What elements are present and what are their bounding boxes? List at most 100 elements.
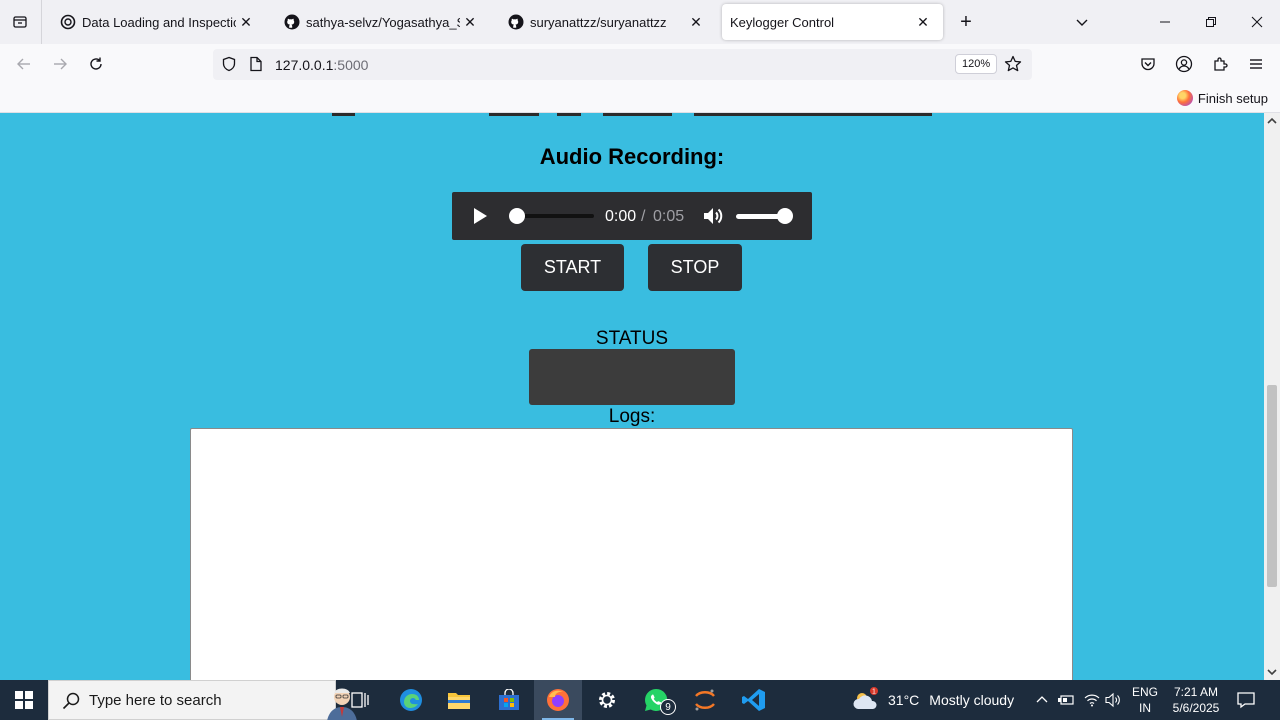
scrollbar-thumb[interactable]: [1267, 385, 1277, 587]
tab-data-loading[interactable]: Data Loading and Inspection ✕: [48, 4, 266, 40]
extensions-button[interactable]: [1206, 50, 1234, 78]
shield-icon[interactable]: [221, 56, 237, 72]
chevron-up-icon: [1036, 696, 1048, 703]
taskbar-microsoft-store[interactable]: [485, 680, 533, 720]
notification-icon: [1237, 692, 1255, 709]
notification-center-button[interactable]: [1236, 690, 1258, 710]
finish-setup-label: Finish setup: [1197, 90, 1268, 106]
taskbar-clock[interactable]: 7:21 AM 5/6/2025: [1168, 684, 1224, 716]
cloudy-weather-icon: 1: [853, 687, 878, 709]
volume-icon[interactable]: [702, 205, 724, 227]
minimize-button[interactable]: [1142, 0, 1188, 44]
edge-icon: [400, 689, 422, 711]
show-hidden-icons-button[interactable]: [1032, 690, 1052, 710]
url-text[interactable]: 127.0.0.1:5000: [275, 57, 368, 73]
vscode-icon: [742, 689, 765, 711]
whatsapp-unread-badge: 9: [660, 699, 676, 715]
weather-alert-badge: 1: [872, 689, 876, 696]
restore-button[interactable]: [1188, 0, 1234, 44]
scroll-up-button[interactable]: [1264, 113, 1280, 129]
page-content: Audio Recording: 0:00 / 0:05 START STOP …: [0, 113, 1264, 680]
tab-title: Keylogger Control: [730, 14, 835, 30]
volume-tray-button[interactable]: [1104, 690, 1124, 710]
volume-thumb[interactable]: [777, 208, 793, 224]
hamburger-icon: [1250, 59, 1262, 69]
firefox-view-button[interactable]: [6, 8, 34, 36]
firefox-icon: [1176, 90, 1193, 106]
arrow-left-icon: [17, 58, 30, 70]
logs-textarea[interactable]: [190, 428, 1073, 680]
account-icon: [1175, 55, 1193, 73]
taskbar-vscode[interactable]: [730, 680, 778, 720]
list-all-tabs-button[interactable]: [1068, 8, 1096, 36]
taskbar-jupyter[interactable]: [681, 680, 729, 720]
stop-button[interactable]: STOP: [648, 244, 742, 291]
battery-tray-button[interactable]: [1056, 690, 1076, 710]
close-tab-icon[interactable]: ✕: [236, 12, 256, 32]
address-bar[interactable]: 127.0.0.1:5000 120%: [213, 49, 1032, 80]
play-icon[interactable]: [470, 206, 490, 226]
pocket-button[interactable]: [1134, 50, 1162, 78]
status-label: STATUS: [595, 328, 669, 349]
tab-yogasathya[interactable]: sathya-selvz/Yogasathya_S ✕: [272, 4, 490, 40]
back-button[interactable]: [10, 50, 38, 78]
status-display: [529, 349, 735, 405]
star-icon: [1004, 55, 1022, 72]
firefox-icon: [547, 689, 569, 711]
taskbar-whatsapp[interactable]: 9: [632, 680, 680, 720]
weather-widget[interactable]: 1 31°C Mostly cloudy: [852, 680, 1014, 720]
duration: 0:05: [653, 208, 685, 225]
taskbar-edge[interactable]: [387, 680, 435, 720]
audio-player[interactable]: 0:00 / 0:05: [452, 192, 812, 240]
input-language-indicator[interactable]: ENG IN: [1132, 684, 1158, 716]
close-tab-icon[interactable]: ✕: [686, 12, 706, 32]
seek-thumb[interactable]: [509, 208, 525, 224]
wifi-icon: [1084, 694, 1100, 707]
page-icon[interactable]: [249, 56, 263, 72]
vertical-scrollbar[interactable]: [1264, 113, 1280, 680]
github-icon: [508, 14, 524, 30]
finish-setup-button[interactable]: Finish setup: [1176, 90, 1268, 106]
tab-keylogger-control[interactable]: Keylogger Control ✕: [722, 4, 943, 40]
close-tab-icon[interactable]: ✕: [913, 12, 933, 32]
taskbar-settings[interactable]: [583, 680, 631, 720]
reload-icon: [90, 57, 102, 70]
chevron-down-icon: [1076, 19, 1088, 26]
tab-title: sathya-selvz/Yogasathya_S: [306, 14, 460, 30]
navigation-toolbar: 127.0.0.1:5000 120%: [0, 44, 1280, 84]
clock-date: 5/6/2025: [1172, 701, 1220, 715]
account-button[interactable]: [1170, 50, 1198, 78]
scroll-down-button[interactable]: [1264, 664, 1280, 680]
bookmark-button[interactable]: [1003, 54, 1023, 74]
close-tab-icon[interactable]: ✕: [460, 12, 480, 32]
close-window-button[interactable]: [1234, 0, 1280, 44]
clock-time: 7:21 AM: [1173, 685, 1219, 699]
arrow-right-icon: [54, 58, 67, 70]
speaker-icon: [1105, 692, 1120, 708]
puzzle-icon: [1214, 57, 1228, 71]
network-tray-button[interactable]: [1082, 690, 1102, 710]
firefox-view-icon: [13, 16, 27, 28]
minimize-icon: [1160, 21, 1170, 23]
weather-temperature: 31°C: [888, 692, 920, 708]
taskbar-file-explorer[interactable]: [435, 680, 483, 720]
tab-suryanattzz[interactable]: suryanattzz/suryanattzz ✕: [496, 4, 716, 40]
windows-taskbar: Type here to search 9 1 31°C Mostly clou…: [0, 680, 1280, 720]
new-tab-button[interactable]: +: [952, 8, 980, 36]
taskbar-search-box[interactable]: Type here to search: [48, 680, 357, 720]
pocket-icon: [1141, 58, 1155, 71]
forward-button[interactable]: [46, 50, 74, 78]
taskbar-firefox[interactable]: [534, 680, 582, 720]
logs-label: Logs:: [608, 406, 656, 427]
folder-icon: [448, 693, 470, 709]
zoom-indicator[interactable]: 120%: [955, 54, 998, 74]
menu-button[interactable]: [1242, 50, 1270, 78]
start-button[interactable]: START: [521, 244, 624, 291]
reload-button[interactable]: [82, 50, 110, 78]
search-icon: [62, 692, 80, 710]
current-time: 0:00: [605, 208, 637, 225]
start-menu-button[interactable]: [0, 680, 48, 720]
gear-icon: [599, 692, 615, 708]
search-placeholder: Type here to search: [89, 692, 222, 709]
task-view-button[interactable]: [336, 680, 384, 720]
